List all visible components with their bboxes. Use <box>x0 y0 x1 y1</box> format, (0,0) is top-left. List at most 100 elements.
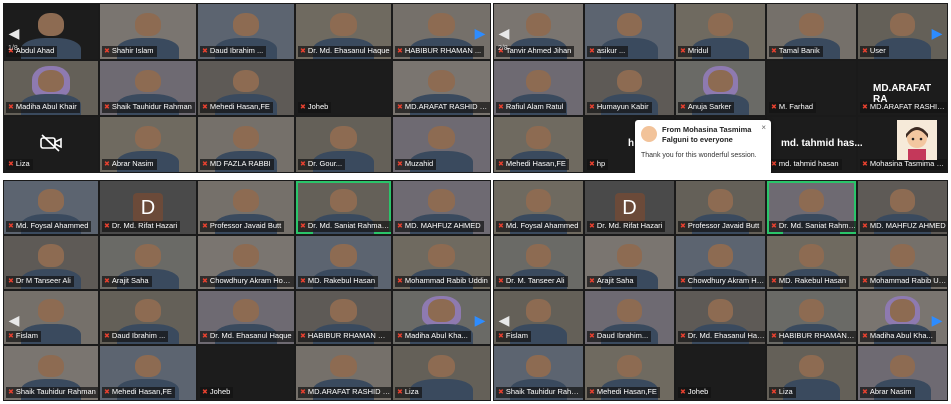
video-tile[interactable]: ✖ Rafiul Alam Ratul <box>494 61 583 115</box>
video-tile[interactable]: ✖ Abrar Nasim <box>100 117 196 172</box>
video-tile[interactable]: ✖ asikur ... <box>585 4 674 59</box>
video-tile[interactable]: ✖ Mridul <box>676 4 765 59</box>
video-tile[interactable]: ✖ M. Farhad <box>767 61 856 115</box>
participant-name-label: Chowdhury Akram Hossain <box>209 276 294 285</box>
video-tile[interactable]: ✖ Humayun Kabir <box>585 61 674 115</box>
participant-name: ✖ Liza <box>395 387 422 398</box>
video-tile[interactable]: ✖ Professor Javaid Butt <box>676 181 765 234</box>
chevron-left-icon[interactable]: ◀ <box>497 308 511 332</box>
video-tile[interactable]: ✖Dr. Md. Saniat Rahman Zi... <box>296 181 391 234</box>
video-tile[interactable]: ✖ MD. MAHFUZ AHMED <box>858 181 947 234</box>
video-tile[interactable]: ✖ Mohammad Rabib Uddin <box>858 236 947 289</box>
participant-name-label: md. tahmid hasan <box>778 159 839 168</box>
video-tile[interactable]: ✖MD.ARAFAT RASHID CHAD... <box>393 61 490 115</box>
participant-name-label: Mehedi Hasan,FE <box>505 159 566 168</box>
video-tile[interactable]: ✖ Arajit Saha <box>100 236 196 289</box>
video-tile[interactable]: ✖ Daud Ibrahim... <box>585 291 674 344</box>
participant-name: ✖ Shahir Islam <box>102 46 157 57</box>
video-tile[interactable]: ✖ Dr. Md. Ehasanul Haque <box>676 291 765 344</box>
participant-name-label: Abrar Nasim <box>869 387 912 396</box>
video-tile[interactable]: ✖ Dr M Tanseer Ali <box>4 236 98 289</box>
chevron-left-icon[interactable]: ◀ <box>7 21 21 45</box>
video-tile[interactable]: ✖ Shaik Tauhidur Rahman <box>4 346 98 400</box>
mic-muted-icon: ✖ <box>8 389 14 396</box>
video-tile[interactable]: ✖ Professor Javaid Butt <box>198 181 294 234</box>
person-silhouette <box>427 125 456 149</box>
participant-name-label: Liza <box>15 159 30 168</box>
chevron-left-icon[interactable]: ◀ <box>7 308 21 332</box>
video-tile[interactable]: ✖ Mohammad Rabib Uddin <box>393 236 490 289</box>
video-tile[interactable]: ✖ Shaik Tauhidur Rahman <box>100 61 196 115</box>
video-tile[interactable]: ✖ Mehedi Hasan,FE <box>494 117 583 172</box>
video-tile[interactable]: ✖ Dr. Gour... <box>296 117 391 172</box>
video-tile[interactable]: D ✖ Dr. Md. Rifat Hazari <box>100 181 196 234</box>
participant-name-label: HABIBUR RHAMAN ... <box>404 46 482 55</box>
video-tile[interactable]: ✖ Dr. M. Tanseer Ali <box>494 236 583 289</box>
participant-name: ✖ Dr. Md. Rifat Hazari <box>102 221 181 232</box>
participant-name: ✖ Abrar Nasim <box>102 159 157 170</box>
mic-muted-icon: ✖ <box>300 278 306 285</box>
video-tile[interactable]: ✖ Arajit Saha <box>585 236 674 289</box>
video-tile[interactable]: ✖ Abrar Nasim <box>858 346 947 400</box>
mic-muted-icon: ✖ <box>202 48 208 55</box>
video-tile[interactable]: ✖ Liza <box>767 346 856 400</box>
video-tile[interactable]: ✖MD.ARAFAT RASHID CHAD... <box>296 346 391 400</box>
video-tile[interactable]: ✖ Tamal Banik <box>767 4 856 59</box>
video-tile[interactable]: ✖Dr. Md. Saniat Rahman Zishan <box>767 181 856 234</box>
mic-muted-icon: ✖ <box>202 389 208 396</box>
video-tile[interactable]: ✖ Mehedi Hasan,FE <box>100 346 196 400</box>
participant-name: ✖ Joheb <box>200 387 234 398</box>
participant-name-label: Humayun Kabir <box>596 102 649 111</box>
video-tile[interactable]: ✖Chowdhury Akram Hossain <box>198 236 294 289</box>
video-tile[interactable]: ✖ Mehedi Hasan,FE <box>198 61 294 115</box>
video-tile[interactable]: ✖ Muzahid <box>393 117 490 172</box>
video-tile[interactable]: ✖ Liza <box>393 346 490 400</box>
chevron-right-icon[interactable]: ▶ <box>473 21 487 45</box>
chevron-right-icon[interactable]: ▶ <box>473 308 487 332</box>
video-tile[interactable]: ✖ Md. Foysal Ahammed <box>494 181 583 234</box>
video-tile[interactable]: ✖ Joheb <box>676 346 765 400</box>
video-tile[interactable]: ✖ Joheb <box>198 346 294 400</box>
video-tile[interactable]: ✖ Mehedi Hasan,FE <box>585 346 674 400</box>
video-tile[interactable]: ✖ Dr. Md. Ehasanul Haque <box>198 291 294 344</box>
video-tile[interactable]: ✖ Daud Ibrahim ... <box>100 291 196 344</box>
video-tile[interactable]: ✖ MD. Rakebul Hasan <box>296 236 391 289</box>
participant-name: ✖ M. Farhad <box>769 102 817 113</box>
video-tile[interactable]: ✖HABIBUR RHAMAN MAS... <box>296 291 391 344</box>
video-tile[interactable]: ✖ Liza <box>4 117 98 172</box>
video-tile[interactable]: D ✖ Dr. Md. Rifat Hazari <box>585 181 674 234</box>
participant-name-label: Dr. Md. Saniat Rahman Zi... <box>307 221 391 230</box>
participant-name: ✖ Joheb <box>298 102 332 113</box>
chevron-right-icon[interactable]: ▶ <box>930 308 944 332</box>
video-tile[interactable]: ✖ Anuja Sarker <box>676 61 765 115</box>
video-tile[interactable]: ✖ Dr. Md. Ehasanul Haque <box>296 4 391 59</box>
chat-notification[interactable]: From Mohasina Tasmima Falguni to everyon… <box>635 120 771 173</box>
video-tile[interactable]: ✖HABIBUR RHAMAN MAS... <box>767 291 856 344</box>
video-tile[interactable]: ✖ Md. Foysal Ahammed <box>4 181 98 234</box>
video-tile[interactable]: ✖ Daud Ibrahim ... <box>198 4 294 59</box>
participant-display-name: md. tahmid has... <box>781 138 863 149</box>
video-tile[interactable]: ✖ Madiha Abul Khair <box>4 61 98 115</box>
chevron-right-icon[interactable]: ▶ <box>930 21 944 45</box>
video-tile[interactable]: ✖ MD. Rakebul Hasan <box>767 236 856 289</box>
mic-muted-icon: ✖ <box>300 389 306 396</box>
video-tile[interactable]: ✖Chowdhury Akram Hossain <box>676 236 765 289</box>
participant-name: ✖ Arajit Saha <box>587 276 637 287</box>
participant-name: ✖ MD. Rakebul Hasan <box>769 276 849 287</box>
person-silhouette <box>232 299 260 322</box>
participant-name-label: Mohammad Rabib Uddin <box>869 276 947 285</box>
close-icon[interactable]: × <box>761 123 766 132</box>
sender-avatar <box>641 126 657 142</box>
video-tile[interactable]: ✖ MD FAZLA RABBI <box>198 117 294 172</box>
participant-name-label: Professor Javaid Butt <box>687 221 760 230</box>
participant-name: ✖ Rafiul Alam Ratul <box>496 102 567 113</box>
mic-muted-icon: ✖ <box>771 223 777 230</box>
chevron-left-icon[interactable]: ◀ <box>497 21 511 45</box>
profile-sticker-icon <box>897 120 937 160</box>
video-tile[interactable]: ✖ Shaik Tauhidur Rahman <box>494 346 583 400</box>
participant-name-label: Mehedi Hasan,FE <box>596 387 657 396</box>
participant-name: ✖ Madiha Abul Kha... <box>860 331 936 342</box>
video-tile[interactable]: ✖ Joheb <box>296 61 391 115</box>
video-tile[interactable]: ✖ Shahir Islam <box>100 4 196 59</box>
video-tile[interactable]: ✖ MD. MAHFUZ AHMED <box>393 181 490 234</box>
